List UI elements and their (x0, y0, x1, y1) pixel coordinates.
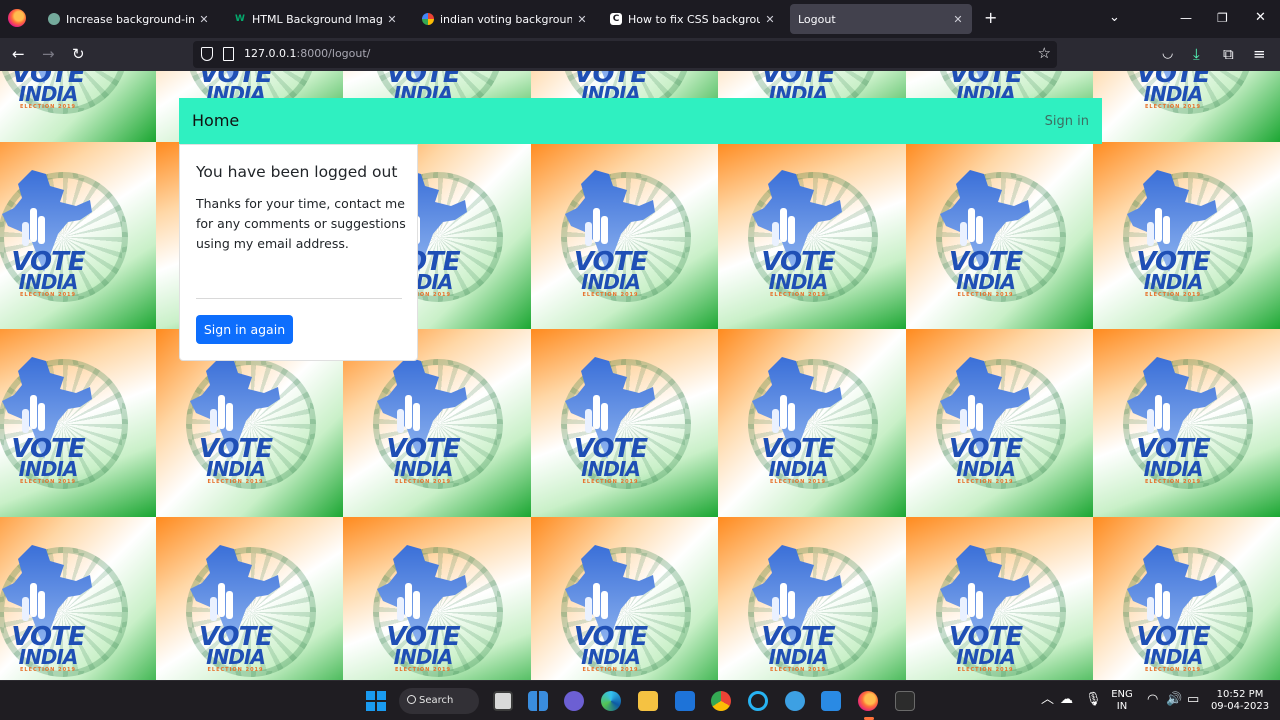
card-message: Thanks for your time, contact me for any… (196, 196, 406, 251)
url-text[interactable]: 127.0.0.1:8000/logout/ (244, 47, 370, 60)
chrome-icon[interactable] (711, 691, 731, 711)
vote-india-tile: VOTEINDIAELECTION 2019 (905, 329, 1094, 517)
clock-time: 10:52 PM (1216, 689, 1264, 700)
minimize-icon[interactable]: — (1180, 9, 1192, 27)
css-tricks-icon: C (610, 13, 622, 25)
firefox-menu-icon[interactable] (8, 9, 26, 27)
home-link[interactable]: Home (192, 111, 239, 130)
language-code: ENG (1111, 689, 1133, 700)
firefox-icon[interactable] (858, 691, 878, 711)
list-all-tabs-icon[interactable]: ⌄ (1109, 9, 1120, 27)
language-indicator[interactable]: ENG IN (1110, 689, 1134, 713)
vote-india-tile: VOTEINDIAELECTION 2019 (530, 516, 719, 680)
sign-in-again-button[interactable]: Sign in again (196, 315, 293, 344)
tab-css-background-image[interactable]: C How to fix CSS background-image ✕ (602, 4, 784, 34)
bookmark-star-icon[interactable]: ☆ (1038, 44, 1051, 62)
vote-india-tile: VOTEINDIAELECTION 2019 (1093, 141, 1280, 330)
tab-title: How to fix CSS background-image (628, 12, 760, 26)
browser-navigation-bar: ← → ↻ 127.0.0.1:8000/logout/ ☆ ◡ ⤓ ⧉ ≡ (0, 38, 1280, 71)
google-icon (422, 13, 434, 25)
search-icon (407, 695, 416, 704)
w3schools-icon: W (235, 14, 245, 24)
microphone-icon[interactable]: 🎙 (1085, 693, 1102, 707)
back-icon[interactable]: ← (12, 45, 25, 63)
extensions-icon[interactable]: ⧉ (1223, 45, 1234, 63)
vote-india-tile: VOTEINDIAELECTION 2019 (0, 71, 156, 142)
file-explorer-icon[interactable] (638, 691, 658, 711)
vote-india-tile: VOTEINDIAELECTION 2019 (1093, 516, 1280, 680)
search-label: Search (419, 695, 454, 706)
new-tab-icon[interactable]: + (984, 9, 997, 27)
cortana-icon[interactable] (748, 691, 768, 711)
vote-india-tile: VOTEINDIAELECTION 2019 (905, 141, 1094, 330)
site-navbar: Home Sign in (179, 98, 1102, 144)
sign-in-link[interactable]: Sign in (1045, 114, 1089, 129)
pocket-icon[interactable]: ◡ (1162, 45, 1173, 63)
browser-tab-strip: Increase background-image size ✕ W HTML … (0, 0, 1280, 38)
show-hidden-icons-icon[interactable]: ︿ (1041, 693, 1054, 707)
tab-title: Logout (798, 12, 836, 26)
volume-icon[interactable]: 🔊 (1166, 693, 1182, 707)
task-view-icon[interactable] (493, 691, 513, 711)
url-bar[interactable]: 127.0.0.1:8000/logout/ ☆ (193, 41, 1057, 68)
tab-title: indian voting background image (440, 12, 572, 26)
tab-indian-voting-background[interactable]: indian voting background image ✕ (414, 4, 596, 34)
tab-html-background-images[interactable]: W HTML Background Images ✕ (226, 4, 406, 34)
tab-title: HTML Background Images (252, 12, 382, 26)
region-code: IN (1116, 701, 1128, 712)
restore-icon[interactable]: ❐ (1217, 9, 1228, 27)
terminal-icon[interactable] (895, 691, 915, 711)
vote-india-tile: VOTEINDIAELECTION 2019 (718, 516, 906, 680)
windows-start-icon[interactable] (366, 691, 386, 711)
wifi-icon[interactable]: ◠ (1147, 693, 1158, 707)
app-menu-icon[interactable]: ≡ (1253, 45, 1266, 63)
battery-icon[interactable]: ▭ (1187, 693, 1199, 707)
vote-india-tile: VOTEINDIAELECTION 2019 (718, 141, 906, 330)
python-app-icon[interactable] (785, 691, 805, 711)
close-tab-icon[interactable]: ✕ (198, 13, 210, 26)
vote-india-tile: VOTEINDIAELECTION 2019 (530, 329, 719, 517)
downloads-icon[interactable]: ⤓ (1193, 45, 1200, 63)
clock[interactable]: 10:52 PM 09-04-2023 (1204, 689, 1276, 713)
card-title: You have been logged out (196, 163, 398, 181)
logout-card: You have been logged out Thanks for your… (179, 144, 418, 361)
page-info-icon[interactable] (223, 47, 234, 61)
vote-india-tile: VOTEINDIAELECTION 2019 (530, 141, 719, 330)
clock-date: 09-04-2023 (1210, 701, 1270, 712)
url-host: 127.0.0.1 (244, 47, 297, 60)
close-tab-icon[interactable]: ✕ (386, 13, 398, 26)
tab-title: Increase background-image size (66, 12, 194, 26)
chat-icon[interactable] (564, 691, 584, 711)
store-icon[interactable] (675, 691, 695, 711)
forward-icon[interactable]: → (42, 45, 55, 63)
widgets-icon[interactable] (528, 691, 548, 711)
vote-india-tile: VOTEINDIAELECTION 2019 (905, 516, 1094, 680)
tab-increase-background[interactable]: Increase background-image size ✕ (40, 4, 218, 34)
vscode-icon[interactable] (821, 691, 841, 711)
card-divider (196, 298, 402, 299)
vote-india-tile: VOTEINDIAELECTION 2019 (718, 329, 906, 517)
edge-icon[interactable] (601, 691, 621, 711)
close-tab-icon[interactable]: ✕ (576, 13, 588, 26)
windows-taskbar: Search ︿ ☁ 🎙 ENG IN ◠ 🔊 ▭ 10:52 PM 09-04… (0, 680, 1280, 720)
page-viewport: VOTEINDIAELECTION 2019VOTEINDIAELECTION … (0, 71, 1280, 680)
onedrive-icon[interactable]: ☁ (1060, 693, 1073, 707)
vote-india-tile: VOTEINDIAELECTION 2019 (155, 516, 344, 680)
close-tab-icon[interactable]: ✕ (952, 13, 964, 26)
vote-india-tile: VOTEINDIAELECTION 2019 (0, 516, 156, 680)
vote-india-tile: VOTEINDIAELECTION 2019 (0, 141, 156, 330)
vote-india-tile: VOTEINDIAELECTION 2019 (1093, 329, 1280, 517)
tab-logout[interactable]: Logout ✕ (790, 4, 972, 34)
taskbar-search[interactable]: Search (399, 688, 479, 714)
vote-india-tile: VOTEINDIAELECTION 2019 (0, 329, 156, 517)
vote-india-tile: VOTEINDIAELECTION 2019 (1093, 71, 1280, 142)
chatgpt-icon (48, 13, 60, 25)
url-path: :8000/logout/ (296, 47, 371, 60)
reload-icon[interactable]: ↻ (72, 45, 85, 63)
tracking-protection-icon[interactable] (201, 47, 213, 61)
vote-india-tile: VOTEINDIAELECTION 2019 (343, 516, 531, 680)
window-close-icon[interactable]: ✕ (1255, 9, 1266, 27)
close-tab-icon[interactable]: ✕ (764, 13, 776, 26)
